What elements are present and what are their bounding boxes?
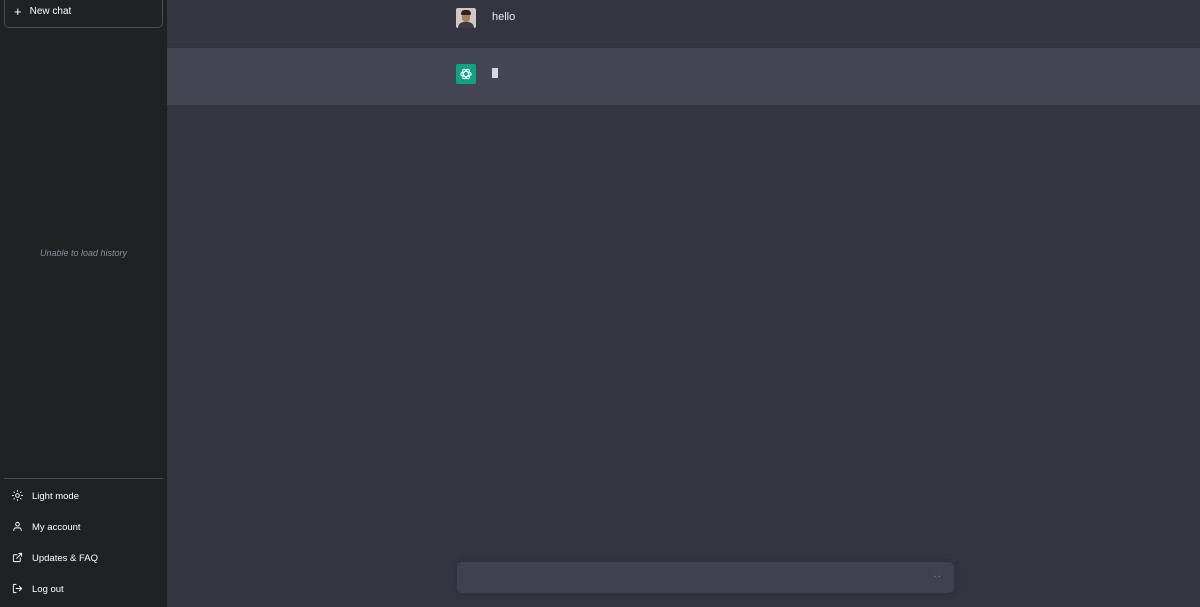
user-message-row: hello bbox=[167, 0, 1200, 48]
sun-icon bbox=[12, 489, 23, 504]
message-input[interactable] bbox=[457, 562, 954, 593]
message-composer: ·· bbox=[457, 562, 954, 593]
new-chat-button[interactable]: + New chat bbox=[4, 0, 163, 28]
log-out-label: Log out bbox=[32, 584, 64, 595]
app: + New chat Unable to load history Light … bbox=[0, 0, 1200, 607]
assistant-message-row bbox=[167, 48, 1200, 105]
sidebar: + New chat Unable to load history Light … bbox=[0, 0, 167, 607]
updates-faq-label: Updates & FAQ bbox=[32, 553, 99, 564]
my-account-label: My account bbox=[32, 522, 81, 533]
assistant-message bbox=[456, 48, 498, 105]
my-account-button[interactable]: My account bbox=[4, 512, 163, 543]
typing-cursor bbox=[492, 68, 498, 78]
user-icon bbox=[12, 521, 23, 535]
log-out-button[interactable]: Log out bbox=[4, 574, 163, 605]
openai-logo-icon bbox=[456, 64, 476, 84]
chat-history: Unable to load history bbox=[4, 28, 163, 478]
light-mode-label: Light mode bbox=[32, 491, 80, 502]
updates-faq-link[interactable]: Updates & FAQ bbox=[4, 543, 163, 574]
history-message: Unable to load history bbox=[39, 248, 128, 258]
plus-icon: + bbox=[14, 3, 22, 19]
new-chat-label: New chat bbox=[29, 5, 72, 17]
conversation-panel: hello ·· bbox=[167, 0, 1200, 607]
assistant-message-content bbox=[492, 64, 498, 105]
loading-indicator: ·· bbox=[933, 571, 942, 582]
sidebar-menu: Light mode My account Updates & FAQ Log … bbox=[4, 478, 163, 607]
external-link-icon bbox=[12, 552, 23, 566]
light-mode-button[interactable]: Light mode bbox=[4, 481, 163, 512]
logout-icon bbox=[12, 583, 23, 597]
user-message: hello bbox=[456, 0, 515, 47]
user-avatar bbox=[456, 8, 476, 28]
user-message-text: hello bbox=[492, 11, 516, 23]
